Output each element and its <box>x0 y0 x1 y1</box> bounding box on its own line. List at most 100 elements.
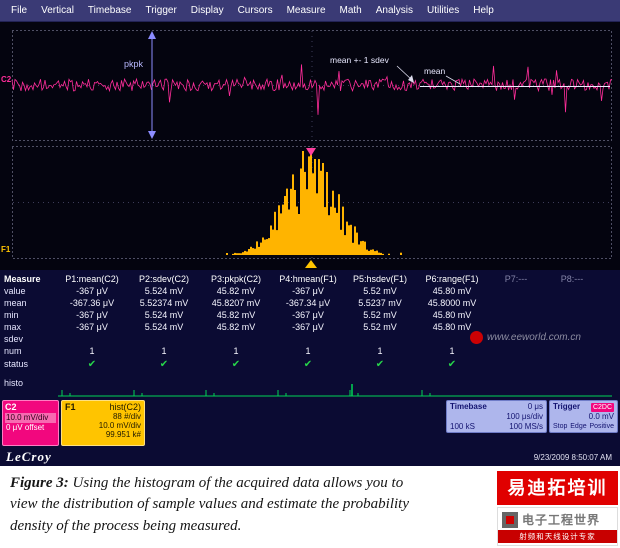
status-check-p6: ✔ <box>447 359 457 370</box>
cell-p6-mean: 45.8000 mV <box>427 298 477 308</box>
cell-p6-value: 45.80 mV <box>432 286 472 296</box>
row-label-value: value <box>4 286 26 296</box>
cell-p2-min: 5.524 mV <box>144 310 184 320</box>
menu-item-file[interactable]: File <box>4 2 34 19</box>
f1-descriptor-title: F1 <box>65 402 76 412</box>
cell-p2-value: 5.524 mV <box>144 286 184 296</box>
cell-p6-max: 45.80 mV <box>432 322 472 332</box>
cell-p2-num: 1 <box>161 346 167 356</box>
menu-item-help[interactable]: Help <box>466 2 501 19</box>
eeworld-logo-icon <box>470 331 483 344</box>
param-header-p3[interactable]: P3:pkpk(C2) <box>211 274 261 284</box>
status-check-p5: ✔ <box>375 359 385 370</box>
cell-p3-num: 1 <box>233 346 239 356</box>
status-check-p1: ✔ <box>87 359 97 370</box>
menu-item-timebase[interactable]: Timebase <box>81 2 139 19</box>
cell-p4-min: -367 μV <box>292 310 324 320</box>
caption-text: Using the histogram of the acquired data… <box>10 475 409 534</box>
menu-item-math[interactable]: Math <box>333 2 369 19</box>
c2-offset: 0 μV offset <box>6 423 45 432</box>
trigger-type: Edge <box>570 423 587 430</box>
cell-p5-min: 5.52 mV <box>363 310 397 320</box>
cell-p3-value: 45.82 mV <box>216 286 256 296</box>
logo-top-row: 电子工程世界 <box>498 508 617 530</box>
status-check-p2: ✔ <box>159 359 169 370</box>
timebase-samples: 100 kS <box>450 422 475 431</box>
menu-item-display[interactable]: Display <box>184 2 231 19</box>
menu-item-vertical[interactable]: Vertical <box>34 2 81 19</box>
timebase-box[interactable]: Timebase 0 μs 100 μs/div 100 kS 100 MS/s <box>446 400 547 433</box>
param-header-p1[interactable]: P1:mean(C2) <box>65 274 119 284</box>
cell-p1-min: -367 μV <box>76 310 108 320</box>
trigger-slope: Positive <box>589 423 614 430</box>
timebase-rate: 100 MS/s <box>509 422 543 431</box>
cell-p4-mean: -367.34 μV <box>285 298 331 308</box>
cell-p5-num: 1 <box>377 346 383 356</box>
f1-descriptor-box[interactable]: F1 hist(C2) 88 #/div 10.0 mV/div 99.951 … <box>61 400 145 446</box>
datetime-display: 9/23/2009 8:50:07 AM <box>533 453 612 462</box>
timebase-title: Timebase <box>450 402 487 411</box>
c2-descriptor-title: C2 <box>5 402 17 412</box>
eeworld-text: www.eeworld.com.cn <box>487 332 581 343</box>
histicon-row <box>58 384 612 397</box>
c2-vertical-scale: 10.0 mV/div <box>5 413 56 423</box>
status-footer: LeCroy 9/23/2009 8:50:07 AM <box>0 448 620 466</box>
c2-channel-label: C2 <box>1 75 12 84</box>
menu-item-trigger[interactable]: Trigger <box>138 2 183 19</box>
menu-item-cursors[interactable]: Cursors <box>231 2 280 19</box>
cell-p3-min: 45.82 mV <box>216 310 256 320</box>
training-watermark: 易迪拓培训 <box>497 471 618 505</box>
status-check-p4: ✔ <box>303 359 313 370</box>
cell-p3-mean: 45.8207 mV <box>211 298 261 308</box>
lecroy-logo: LeCroy <box>6 449 52 464</box>
waveform-area: pkpk mean +- 1 sdev mean C2 F1 <box>0 22 620 270</box>
caption-paragraph: Figure 3: Using the histogram of the acq… <box>10 473 418 537</box>
mean-sdev-label: mean +- 1 sdev <box>330 55 390 65</box>
f1-population: 99.951 k# <box>105 430 141 439</box>
cell-p5-mean: 5.5237 mV <box>358 298 402 308</box>
f1-horizontal-scale: 10.0 mV/div <box>98 421 141 430</box>
f1-function: hist(C2) <box>109 402 141 412</box>
cell-p4-max: -367 μV <box>292 322 324 332</box>
cell-p1-max: -367 μV <box>76 322 108 332</box>
param-header-p8[interactable]: P8:--- <box>561 274 584 284</box>
c2-descriptor-box[interactable]: C2 10.0 mV/div 0 μV offset <box>2 400 59 446</box>
cell-p6-num: 1 <box>449 346 455 356</box>
menu-item-analysis[interactable]: Analysis <box>369 2 420 19</box>
row-label-min: min <box>4 310 19 320</box>
param-header-p4[interactable]: P4:hmean(F1) <box>279 274 337 284</box>
oscilloscope-screen: File Vertical Timebase Trigger Display Cursor… <box>0 0 620 548</box>
trigger-box[interactable]: Trigger C2DC 0.0 mV Stop Edge Positive <box>549 400 618 433</box>
cell-p3-max: 45.82 mV <box>216 322 256 332</box>
param-header-p5[interactable]: P5:hsdev(F1) <box>353 274 407 284</box>
menu-bar: File Vertical Timebase Trigger Display Cursor… <box>0 0 620 22</box>
cell-p2-max: 5.524 mV <box>144 322 184 332</box>
row-label-max: max <box>4 322 22 332</box>
trigger-mode: Stop <box>553 423 568 430</box>
menu-item-measure[interactable]: Measure <box>280 2 333 19</box>
scope-display[interactable]: pkpk mean +- 1 sdev mean C2 F1 <box>0 22 620 270</box>
row-label-num: num <box>4 346 22 356</box>
cell-p1-num: 1 <box>89 346 95 356</box>
row-label-status: status <box>4 359 29 369</box>
f1-bin-scale: 88 #/div <box>112 412 141 421</box>
param-header-p6[interactable]: P6:range(F1) <box>425 274 478 284</box>
param-header-p7[interactable]: P7:--- <box>505 274 528 284</box>
cell-p1-mean: -367.36 μV <box>69 298 115 308</box>
status-check-p3: ✔ <box>231 359 241 370</box>
logo-subtitle: 射频和天线设计专家 <box>498 530 617 543</box>
mean-label: mean <box>424 66 446 76</box>
cell-p2-mean: 5.52374 mV <box>139 298 189 308</box>
param-header-p2[interactable]: P2:sdev(C2) <box>139 274 189 284</box>
row-label-sdev: sdev <box>4 334 24 344</box>
logo-title: 电子工程世界 <box>522 513 601 527</box>
pkpk-label: pkpk <box>124 59 144 69</box>
menu-item-utilities[interactable]: Utilities <box>420 2 466 19</box>
row-label-mean: mean <box>4 298 27 308</box>
cell-p1-value: -367 μV <box>76 286 108 296</box>
cell-p6-min: 45.80 mV <box>432 310 472 320</box>
timebase-scale: 100 μs/div <box>506 412 543 421</box>
cell-p5-value: 5.52 mV <box>363 286 397 296</box>
f1-channel-label: F1 <box>1 245 11 254</box>
eeworld-logo-block: 电子工程世界 射频和天线设计专家 <box>497 507 618 546</box>
